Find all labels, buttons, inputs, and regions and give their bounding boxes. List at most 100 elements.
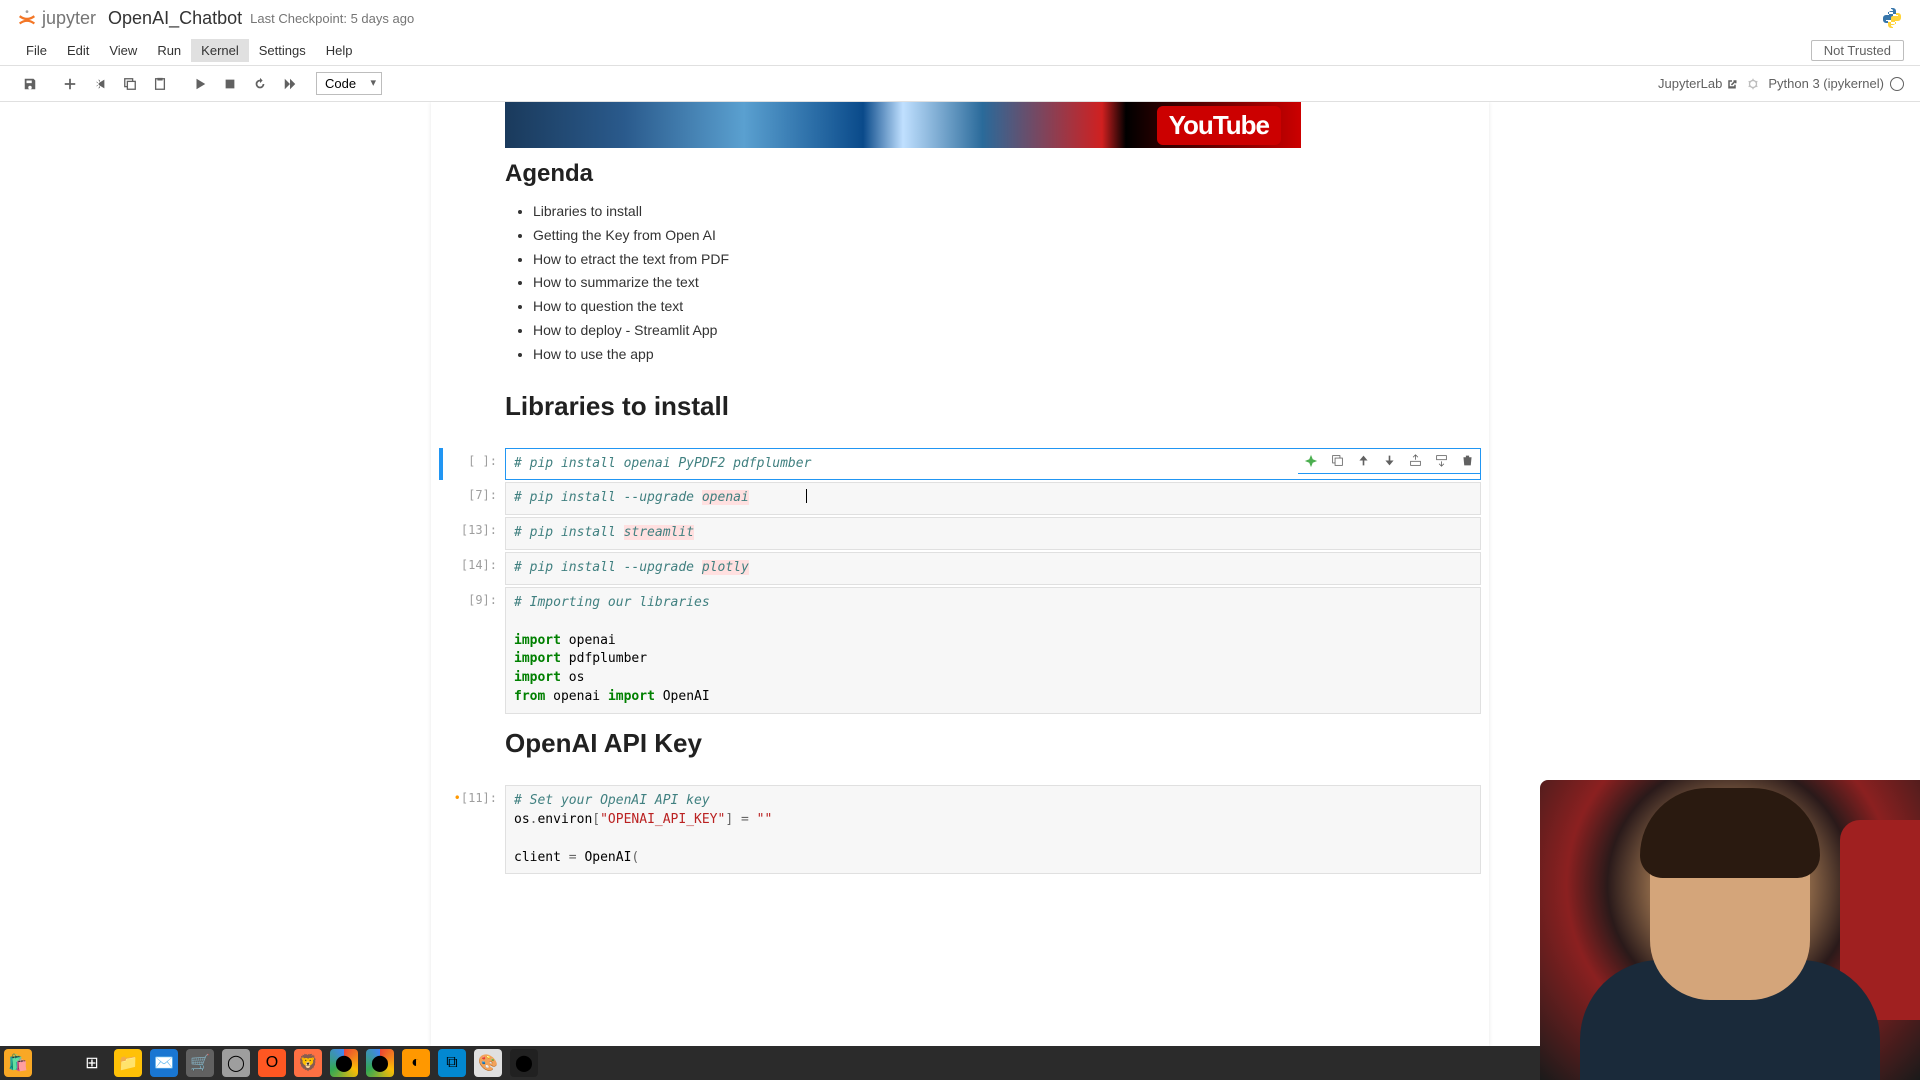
taskbar-app3-icon[interactable]: 🎨	[474, 1049, 502, 1077]
cell-input[interactable]: # pip install --upgrade openai	[505, 482, 1481, 515]
fastforward-icon	[283, 77, 297, 91]
insert-below-icon	[1435, 454, 1448, 467]
menu-kernel[interactable]: Kernel	[191, 39, 249, 62]
plus-icon	[63, 77, 77, 91]
insert-above-button[interactable]	[1402, 449, 1428, 473]
cell-prompt: [14]:	[443, 552, 505, 585]
python-icon	[1880, 6, 1904, 30]
cell-type-select-wrap[interactable]: Code	[316, 72, 382, 95]
move-down-button[interactable]	[1376, 449, 1402, 473]
cell-type-select[interactable]: Code	[316, 72, 382, 95]
insert-below-button[interactable]	[1428, 449, 1454, 473]
clipboard-icon	[153, 77, 167, 91]
code-cell[interactable]: [7]: # pip install --upgrade openai	[439, 482, 1481, 515]
copy-button[interactable]	[116, 70, 144, 98]
kernel-indicator[interactable]: Python 3 (ipykernel)	[1768, 76, 1904, 91]
add-cell-button[interactable]	[56, 70, 84, 98]
copy-icon	[123, 77, 137, 91]
taskbar-vscode-icon[interactable]: ⧉	[438, 1049, 466, 1077]
notebook[interactable]: YouTube Agenda Libraries to install Gett…	[431, 102, 1489, 1046]
taskbar-taskview-icon[interactable]: ⊞	[78, 1049, 106, 1077]
trust-indicator[interactable]: Not Trusted	[1811, 40, 1904, 61]
jupyter-text: jupyter	[42, 8, 96, 29]
jupyter-icon	[16, 7, 38, 29]
taskbar-explorer-icon[interactable]: 📁	[114, 1049, 142, 1077]
restart-button[interactable]	[246, 70, 274, 98]
kernel-status-icon	[1890, 77, 1904, 91]
duplicate-button[interactable]	[1324, 449, 1350, 473]
list-item: How to use the app	[533, 343, 1415, 367]
code-cell[interactable]: [ ]: # pip install openai PyPDF2 pdfplum…	[439, 448, 1481, 481]
cell-input[interactable]: # Set your OpenAI API key os.environ["OP…	[505, 785, 1481, 874]
cell-input[interactable]: # Importing our libraries import openai …	[505, 587, 1481, 714]
code-cell[interactable]: [13]: # pip install streamlit	[439, 517, 1481, 550]
agenda-section: Agenda Libraries to install Getting the …	[431, 148, 1489, 379]
paste-button[interactable]	[146, 70, 174, 98]
cell-input[interactable]: # pip install --upgrade plotly	[505, 552, 1481, 585]
restart-icon	[253, 77, 267, 91]
menu-edit[interactable]: Edit	[57, 39, 99, 62]
list-item: How to etract the text from PDF	[533, 248, 1415, 272]
cell-input[interactable]: # pip install streamlit	[505, 517, 1481, 550]
list-item: Getting the Key from Open AI	[533, 224, 1415, 248]
taskbar-store-icon[interactable]: 🛍️	[4, 1049, 32, 1077]
taskbar-brave-icon[interactable]: 🦁	[294, 1049, 322, 1077]
taskbar-mail-icon[interactable]: ✉️	[150, 1049, 178, 1077]
arrow-up-icon	[1357, 454, 1370, 467]
sparkle-icon	[1304, 454, 1318, 468]
code-cell[interactable]: •[11]: # Set your OpenAI API key os.envi…	[439, 785, 1481, 874]
list-item: How to deploy - Streamlit App	[533, 319, 1415, 343]
cell-input[interactable]: # pip install openai PyPDF2 pdfplumber	[505, 448, 1481, 481]
menu-file[interactable]: File	[16, 39, 57, 62]
taskbar-app2-icon[interactable]: ◐	[402, 1049, 430, 1077]
cell-prompt: [9]:	[443, 587, 505, 714]
cut-button[interactable]	[86, 70, 114, 98]
copy-icon	[1331, 454, 1344, 467]
delete-button[interactable]	[1454, 449, 1480, 473]
arrow-down-icon	[1383, 454, 1396, 467]
save-icon	[23, 77, 37, 91]
taskbar-opera-icon[interactable]: O	[258, 1049, 286, 1077]
bug-icon[interactable]	[1746, 77, 1760, 91]
agenda-list: Libraries to install Getting the Key fro…	[505, 200, 1415, 367]
agenda-heading: Agenda	[505, 160, 1415, 188]
run-button[interactable]	[186, 70, 214, 98]
menu-view[interactable]: View	[99, 39, 147, 62]
taskbar-obs-icon[interactable]: ⬤	[510, 1049, 538, 1077]
stop-icon	[223, 77, 237, 91]
cell-prompt: •[11]:	[443, 785, 505, 874]
save-button[interactable]	[16, 70, 44, 98]
insert-above-icon	[1409, 454, 1422, 467]
code-cell[interactable]: [14]: # pip install --upgrade plotly	[439, 552, 1481, 585]
code-cell[interactable]: [9]: # Importing our libraries import op…	[439, 587, 1481, 714]
taskbar-app-icon[interactable]: ◯	[222, 1049, 250, 1077]
menu-run[interactable]: Run	[147, 39, 191, 62]
taskbar-chrome2-icon[interactable]: ⬤	[366, 1049, 394, 1077]
openai-key-section: OpenAI API Key	[431, 716, 1489, 783]
cell-toolbar	[1298, 448, 1481, 474]
openai-key-heading: OpenAI API Key	[505, 728, 1415, 759]
list-item: How to question the text	[533, 295, 1415, 319]
checkpoint-text: Last Checkpoint: 5 days ago	[250, 11, 414, 26]
menu-help[interactable]: Help	[316, 39, 363, 62]
taskbar-chrome-icon[interactable]: ⬤	[330, 1049, 358, 1077]
jupyter-logo[interactable]: jupyter	[16, 7, 96, 29]
scissors-icon	[93, 77, 107, 91]
libraries-section: Libraries to install	[431, 379, 1489, 446]
move-up-button[interactable]	[1350, 449, 1376, 473]
notebook-title[interactable]: OpenAI_Chatbot	[108, 8, 242, 29]
cell-prompt: [7]:	[443, 482, 505, 515]
jupyterlab-link[interactable]: JupyterLab	[1658, 76, 1738, 91]
external-link-icon	[1726, 78, 1738, 90]
fastforward-button[interactable]	[276, 70, 304, 98]
header: jupyter OpenAI_Chatbot Last Checkpoint: …	[0, 0, 1920, 36]
assist-button[interactable]	[1298, 449, 1324, 473]
stop-button[interactable]	[216, 70, 244, 98]
taskbar-store2-icon[interactable]: 🛒	[186, 1049, 214, 1077]
menu-settings[interactable]: Settings	[249, 39, 316, 62]
webcam-overlay	[1540, 780, 1920, 1080]
libraries-heading: Libraries to install	[505, 391, 1415, 422]
play-icon	[193, 77, 207, 91]
banner-image: YouTube	[505, 102, 1301, 148]
toolbar: Code JupyterLab Python 3 (ipykernel)	[0, 66, 1920, 102]
